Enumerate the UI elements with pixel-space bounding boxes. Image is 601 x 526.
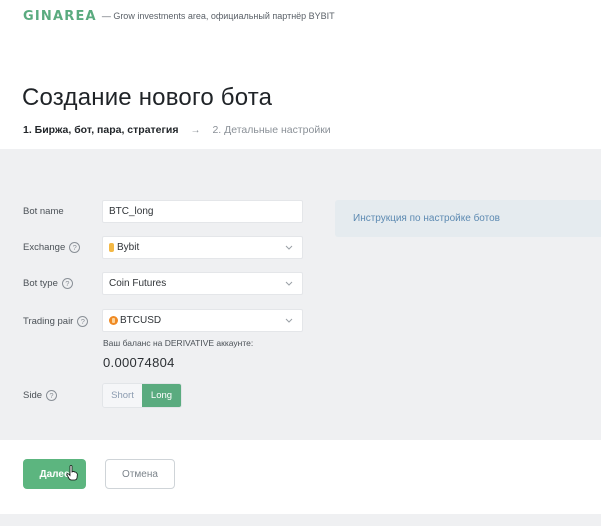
- header-tagline: — Grow investments area, официальный пар…: [101, 11, 335, 21]
- side-long-button[interactable]: Long: [142, 384, 181, 407]
- step-1-current: 1. Биржа, бот, пара, стратегия: [23, 124, 179, 136]
- arrow-right-icon: →: [190, 124, 201, 136]
- chevron-down-icon: [285, 245, 293, 250]
- bot-type-select[interactable]: Coin Futures: [102, 272, 303, 295]
- side-toggle: Short Long: [102, 383, 182, 408]
- side-label: Side ?: [23, 390, 58, 401]
- help-icon[interactable]: ?: [46, 390, 58, 401]
- exchange-select[interactable]: Bybit: [102, 236, 303, 259]
- balance-value: 0.00074804: [103, 355, 175, 370]
- hand-pointer-cursor-icon: [66, 465, 78, 481]
- bot-name-label: Bot name: [23, 206, 64, 217]
- help-panel: Инструкция по настройке ботов: [335, 200, 601, 237]
- bot-name-value: BTC_long: [109, 206, 154, 217]
- bot-name-label-text: Bot name: [23, 206, 64, 217]
- header: GINAREA — Grow investments area, официал…: [23, 8, 335, 24]
- bybit-coin-icon: [109, 243, 114, 252]
- exchange-label-text: Exchange: [23, 242, 66, 253]
- bot-name-input[interactable]: BTC_long: [102, 200, 303, 223]
- chevron-down-icon: [285, 318, 293, 323]
- help-icon[interactable]: ?: [69, 242, 81, 253]
- btc-coin-icon: [109, 316, 118, 325]
- exchange-label: Exchange ?: [23, 242, 81, 253]
- bot-type-label-text: Bot type: [23, 278, 58, 289]
- wizard-steps: 1. Биржа, бот, пара, стратегия → 2. Дета…: [23, 124, 331, 136]
- trading-pair-label-text: Trading pair: [23, 316, 74, 327]
- bot-type-value: Coin Futures: [109, 278, 167, 289]
- actions-section: [0, 440, 601, 514]
- bot-type-label: Bot type ?: [23, 278, 73, 289]
- step-2: 2. Детальные настройки: [212, 124, 331, 136]
- help-icon[interactable]: ?: [77, 316, 89, 327]
- cancel-button[interactable]: Отмена: [105, 459, 175, 489]
- trading-pair-select[interactable]: BTCUSD: [102, 309, 303, 332]
- side-short-button[interactable]: Short: [103, 384, 142, 407]
- balance-label: Ваш баланс на DERIVATIVE аккаунте:: [103, 338, 254, 348]
- side-label-text: Side: [23, 390, 43, 401]
- bottom-section: [0, 514, 601, 526]
- exchange-value: Bybit: [117, 242, 140, 253]
- trading-pair-value: BTCUSD: [120, 315, 162, 326]
- page-title: Создание нового бота: [22, 84, 273, 111]
- help-icon[interactable]: ?: [61, 278, 73, 289]
- chevron-down-icon: [285, 281, 293, 286]
- trading-pair-label: Trading pair ?: [23, 316, 89, 327]
- bot-setup-instructions-link[interactable]: Инструкция по настройке ботов: [353, 213, 500, 224]
- ginarea-logo[interactable]: GINAREA: [23, 9, 97, 24]
